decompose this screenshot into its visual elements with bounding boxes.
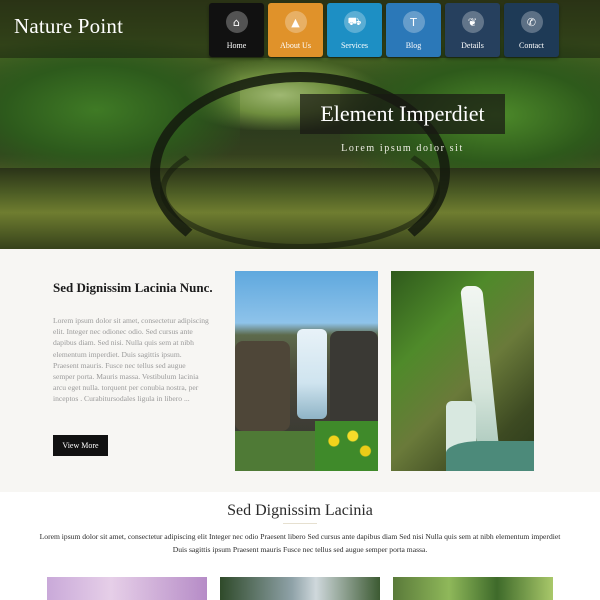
gallery-thumb-2[interactable] xyxy=(220,577,380,600)
waterfall-photo-1 xyxy=(235,271,378,471)
nav-item-details[interactable]: ❦ Details xyxy=(445,3,500,57)
hero-banner-title: Element Imperdiet xyxy=(300,94,505,134)
nav-label: About Us xyxy=(280,41,311,50)
waterfall-photo-2 xyxy=(391,271,534,471)
gallery-thumb-1[interactable] xyxy=(47,577,207,600)
nav-label: Services xyxy=(340,41,369,50)
gallery-thumb-3[interactable] xyxy=(393,577,553,600)
text-icon: T xyxy=(402,11,425,33)
nav-item-blog[interactable]: T Blog xyxy=(386,3,441,57)
title-divider xyxy=(283,523,317,524)
about-paragraph: Lorem ipsum dolor sit amet, consectetur … xyxy=(53,316,209,404)
site-logo[interactable]: Nature Point xyxy=(14,14,123,39)
mountain-icon: ▲ xyxy=(284,11,307,33)
nav-label: Home xyxy=(226,41,247,50)
car-icon: ⛟ xyxy=(343,11,366,33)
phone-icon: ✆ xyxy=(520,11,543,33)
nav-item-contact[interactable]: ✆ Contact xyxy=(504,3,559,57)
view-more-button[interactable]: View More xyxy=(53,435,108,456)
features-section: Sed Dignissim Lacinia Lorem ipsum dolor … xyxy=(0,492,600,600)
nav-item-home[interactable]: ⌂ Home xyxy=(209,3,264,57)
nav-label: Details xyxy=(461,41,484,50)
nav-label: Blog xyxy=(405,41,422,50)
leaf-icon: ❦ xyxy=(461,11,484,33)
about-heading: Sed Dignissim Lacinia Nunc. xyxy=(53,280,213,295)
about-section: Sed Dignissim Lacinia Nunc. Lorem ipsum … xyxy=(0,249,600,492)
home-icon: ⌂ xyxy=(225,11,248,33)
hero-banner-subtitle: Lorem ipsum dolor sit xyxy=(341,143,464,154)
nav-item-services[interactable]: ⛟ Services xyxy=(327,3,382,57)
nav-label: Contact xyxy=(519,41,544,50)
hero-banner: Nature Point ⌂ Home ▲ About Us ⛟ Service… xyxy=(0,0,600,249)
nav-item-about-us[interactable]: ▲ About Us xyxy=(268,3,323,57)
section-title: Sed Dignissim Lacinia xyxy=(227,502,373,519)
section-paragraph: Lorem ipsum dolor sit amet, consectetur … xyxy=(39,532,561,554)
main-nav: ⌂ Home ▲ About Us ⛟ Services T Blog ❦ De… xyxy=(209,3,559,57)
